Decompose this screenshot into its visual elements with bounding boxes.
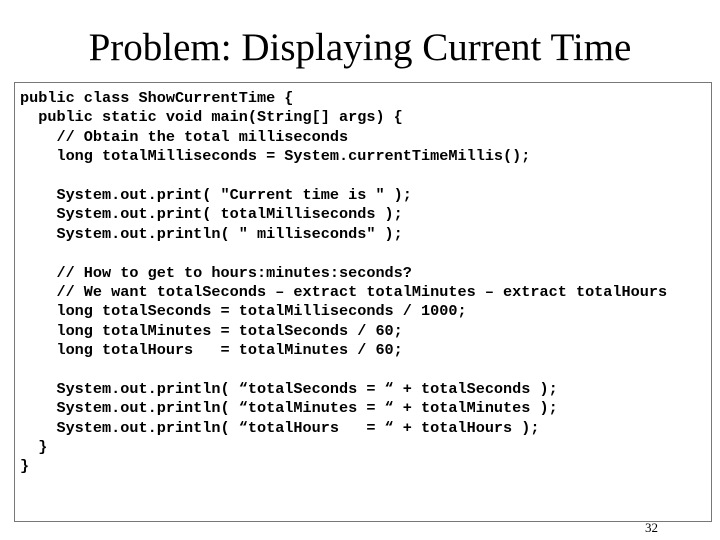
code-line: } [20,438,48,457]
code-line: } [20,457,30,476]
code-line: System.out.println( “totalHours = “ + to… [20,418,540,437]
code-line: long totalSeconds = totalMilliseconds / … [20,302,467,321]
slide-title: Problem: Displaying Current Time [88,26,632,69]
code-line: // Obtain the total milliseconds [20,127,349,146]
code-line: System.out.println( " milliseconds" ); [20,224,403,243]
code-lines: public class ShowCurrentTime { public st… [20,89,667,477]
code-line: public class ShowCurrentTime { [20,89,294,107]
code-line: System.out.println( “totalSeconds = “ + … [20,379,558,398]
code-block: public class ShowCurrentTime { public st… [14,82,712,522]
code-line: System.out.print( totalMilliseconds ); [20,205,403,224]
slide-number: 32 [645,520,658,535]
code-line: public static void main(String[] args) { [20,108,403,127]
code-line: long totalMinutes = totalSeconds / 60; [20,321,403,340]
code-line: // How to get to hours:minutes:seconds? [20,263,412,282]
code-line: // We want totalSeconds – extract totalM… [20,282,668,301]
code-line: System.out.println( “totalMinutes = “ + … [20,399,558,418]
code-line: System.out.print( "Current time is " ); [20,185,412,204]
code-line: long totalMilliseconds = System.currentT… [20,147,531,166]
code-line: long totalHours = totalMinutes / 60; [20,341,403,360]
